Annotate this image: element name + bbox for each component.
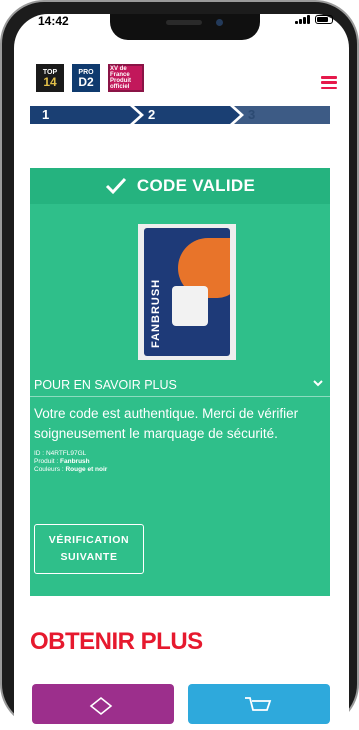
more-info-toggle[interactable]: POUR EN SAVOIR PLUS <box>30 374 330 397</box>
status-time: 14:42 <box>38 14 69 28</box>
product-package: FANBRUSH <box>144 228 230 356</box>
next-button-line1: VÉRIFICATION <box>48 534 130 546</box>
notch <box>110 14 260 40</box>
speaker <box>166 20 202 25</box>
partner-logos: TOP 14 PRO D2 XV de France Produit offic… <box>36 64 144 92</box>
verification-result-panel: CODE VALIDE FANBRUSH POUR EN SAVOIR PLUS… <box>30 168 330 596</box>
step-3-label: 3 <box>248 107 256 122</box>
gift-card[interactable] <box>32 684 174 724</box>
chevron-down-icon[interactable] <box>312 378 324 388</box>
status-icons <box>295 15 333 24</box>
progress-steps: 1 2 3 <box>30 106 330 126</box>
prod2-logo-line2: D2 <box>78 74 94 89</box>
next-button-line2: SUIVANTE <box>60 551 118 563</box>
top14-logo-line2: 14 <box>43 74 57 89</box>
product-details: ID : N4RTFL97GL Produit : Fanbrush Coule… <box>34 450 107 474</box>
gift-icon <box>89 696 113 716</box>
signal-icon <box>295 15 310 24</box>
authenticity-message: Votre code est authentique. Merci de vér… <box>34 406 299 441</box>
more-info-label: POUR EN SAVOIR PLUS <box>34 378 177 392</box>
check-icon <box>105 177 126 195</box>
step-2-label: 2 <box>148 107 156 122</box>
result-title: CODE VALIDE <box>136 176 256 195</box>
cart-icon <box>245 697 272 711</box>
step-1: 1 <box>30 106 140 124</box>
product-brand: FANBRUSH <box>150 278 162 348</box>
hamburger-menu-icon[interactable] <box>321 76 337 89</box>
battery-icon <box>315 15 333 24</box>
xv-france-logo[interactable]: XV de France Produit officiel <box>108 64 144 92</box>
prod2-logo[interactable]: PRO D2 <box>72 64 100 92</box>
top14-logo[interactable]: TOP 14 <box>36 64 64 92</box>
step-3: 3 <box>230 106 330 124</box>
detail-product: Produit : Fanbrush <box>34 458 90 465</box>
xv-logo-line2: Produit officiel <box>110 78 131 90</box>
next-verification-button[interactable]: VÉRIFICATION SUIVANTE <box>34 524 144 574</box>
detail-id: ID : N4RTFL97GL <box>34 450 87 457</box>
camera <box>216 19 223 26</box>
shop-card[interactable] <box>188 684 330 724</box>
step-2: 2 <box>130 106 240 124</box>
detail-colors: Couleurs : Rouge et noir <box>34 466 108 473</box>
result-header: CODE VALIDE <box>30 168 330 204</box>
product-image: FANBRUSH <box>138 224 236 360</box>
step-1-label: 1 <box>42 107 50 122</box>
xv-logo-line1: XV de France <box>110 66 130 78</box>
get-more-heading: OBTENIR PLUS <box>30 628 203 655</box>
